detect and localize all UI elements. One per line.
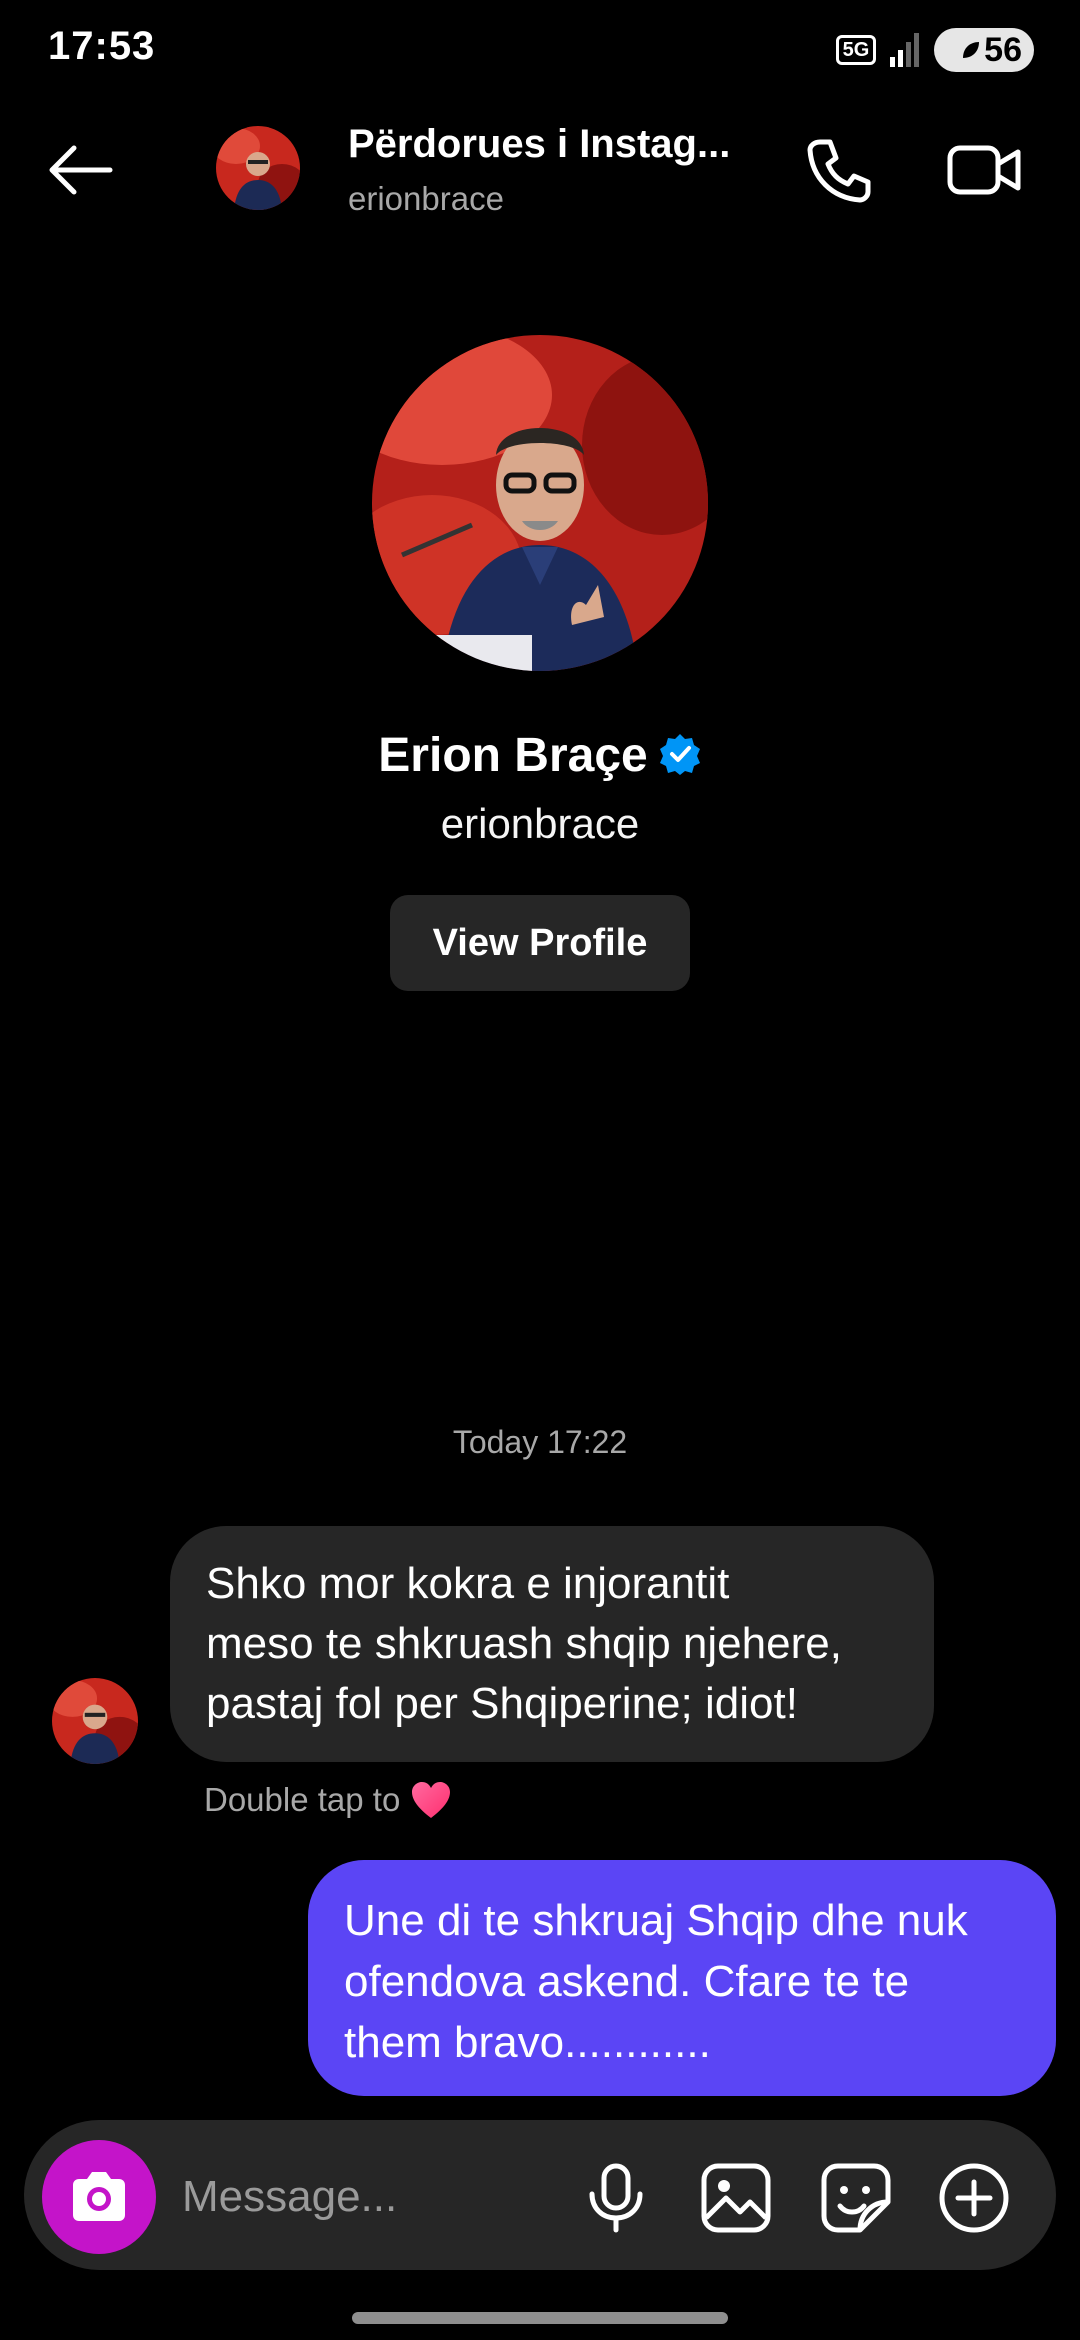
double-tap-hint: Double tap to xyxy=(204,1780,452,1820)
microphone-icon[interactable] xyxy=(578,2160,654,2236)
message-line: Une di te shkruaj Shqip dhe nuk xyxy=(344,1896,968,1945)
home-indicator[interactable] xyxy=(352,2312,728,2324)
battery-icon: 56 xyxy=(934,28,1034,72)
profile-name-text: Erion Braçe xyxy=(378,729,648,782)
heart-icon xyxy=(412,1782,451,1818)
sender-avatar[interactable] xyxy=(52,1678,138,1764)
profile-username: erionbrace xyxy=(440,800,640,847)
camera-icon xyxy=(73,2172,125,2221)
signal-icon xyxy=(890,33,919,67)
header-avatar[interactable] xyxy=(216,126,300,210)
video-camera-icon[interactable] xyxy=(944,130,1024,210)
5g-icon: 5G xyxy=(836,35,876,65)
header-username[interactable]: erionbrace xyxy=(348,180,504,218)
view-profile-button[interactable]: View Profile xyxy=(390,895,690,991)
message-line: Shko mor kokra e injorantit xyxy=(206,1559,730,1608)
header-display-name[interactable]: Përdorues i Instag... xyxy=(348,122,738,167)
conversation-timestamp: Today 17:22 xyxy=(452,1424,628,1460)
message-line: ofendova askend. Cfare te te xyxy=(344,1957,910,2006)
message-line: them bravo............ xyxy=(344,2018,711,2067)
battery-level: 56 xyxy=(984,30,1022,69)
message-line: pastaj fol per Shqiperine; idiot! xyxy=(206,1679,798,1728)
profile-name: Erion Braçe xyxy=(0,728,1080,783)
status-time: 17:53 xyxy=(48,24,156,68)
gallery-icon[interactable] xyxy=(698,2160,774,2236)
outgoing-message-bubble[interactable]: Une di te shkruaj Shqip dhe nuk ofendova… xyxy=(308,1860,1056,2096)
incoming-message-bubble[interactable]: Shko mor kokra e injorantit meso te shkr… xyxy=(170,1526,934,1762)
sticker-icon[interactable] xyxy=(818,2160,894,2236)
leaf-icon xyxy=(963,42,980,58)
back-arrow-icon[interactable] xyxy=(40,130,120,210)
plus-icon[interactable] xyxy=(936,2160,1012,2236)
verified-badge-icon xyxy=(659,734,700,776)
phone-icon[interactable] xyxy=(798,130,878,210)
message-line: meso te shkruash shqip njehere, xyxy=(206,1619,842,1668)
status-icons: 5G 56 xyxy=(836,26,1034,74)
double-tap-text: Double tap to xyxy=(204,1781,401,1818)
message-input[interactable] xyxy=(180,2160,544,2234)
camera-button[interactable] xyxy=(42,2140,156,2254)
profile-avatar[interactable] xyxy=(372,335,708,671)
